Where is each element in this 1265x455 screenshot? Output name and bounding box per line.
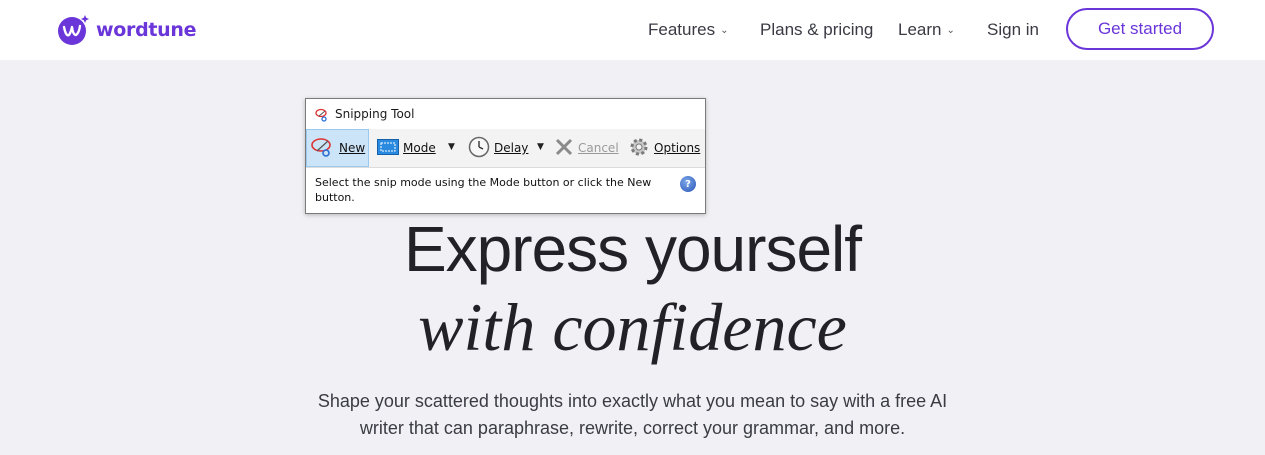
- get-started-button[interactable]: Get started: [1066, 8, 1214, 50]
- mode-dropdown-arrow-icon[interactable]: ▼: [448, 142, 455, 152]
- snipping-tool-window: Snipping Tool New Mode ▼ Delay ▼ Cancel …: [305, 98, 706, 214]
- nav-learn[interactable]: Learn ⌄: [898, 20, 955, 40]
- gear-icon: [628, 136, 650, 161]
- delay-button[interactable]: Delay: [468, 129, 528, 167]
- scissors-icon: [315, 107, 329, 122]
- rectangle-snip-icon: [377, 138, 399, 158]
- nav-sign-in-label: Sign in: [987, 20, 1039, 39]
- snipping-tool-title: Snipping Tool: [335, 107, 415, 121]
- options-label: Options: [654, 141, 701, 155]
- cancel-button[interactable]: Cancel: [554, 129, 619, 167]
- top-nav: wordtune Features ⌄ Plans & pricing Learn…: [0, 0, 1265, 60]
- mode-button[interactable]: Mode: [377, 129, 436, 167]
- scissors-icon: [311, 136, 335, 161]
- hero-title: Express yourself: [403, 213, 862, 285]
- help-icon[interactable]: ?: [680, 176, 696, 192]
- delay-dropdown-arrow-icon[interactable]: ▼: [537, 142, 544, 152]
- new-snip-label: New: [339, 141, 366, 155]
- snipping-tool-titlebar[interactable]: Snipping Tool: [306, 99, 705, 129]
- snipping-tool-status-area: Select the snip mode using the Mode butt…: [306, 168, 705, 213]
- brand-logo-link[interactable]: wordtune: [57, 13, 197, 47]
- nav-sign-in[interactable]: Sign in: [987, 20, 1039, 40]
- snipping-tool-toolbar: New Mode ▼ Delay ▼ Cancel Options: [306, 129, 705, 168]
- nav-plans-pricing-label: Plans & pricing: [760, 20, 874, 39]
- chevron-down-icon: ⌄: [946, 25, 955, 36]
- wordtune-logo-icon: [57, 13, 91, 47]
- options-button[interactable]: Options: [628, 129, 700, 167]
- hero-subtitle: Shape your scattered thoughts into exact…: [317, 391, 948, 438]
- cancel-label: Cancel: [578, 141, 619, 155]
- delay-label: Delay: [494, 141, 529, 155]
- nav-features-label: Features: [648, 20, 716, 39]
- hero-title-italic: with confidence: [418, 289, 847, 365]
- clock-icon: [468, 136, 490, 161]
- mode-label: Mode: [403, 141, 436, 155]
- close-icon: [554, 137, 574, 160]
- brand-name: wordtune: [96, 19, 197, 41]
- nav-features[interactable]: Features ⌄: [648, 20, 728, 40]
- nav-plans-pricing[interactable]: Plans & pricing: [760, 20, 873, 40]
- snipping-tool-message: Select the snip mode using the Mode butt…: [315, 176, 652, 204]
- nav-learn-label: Learn: [898, 20, 942, 39]
- chevron-down-icon: ⌄: [720, 25, 729, 36]
- new-snip-button[interactable]: New: [306, 129, 369, 167]
